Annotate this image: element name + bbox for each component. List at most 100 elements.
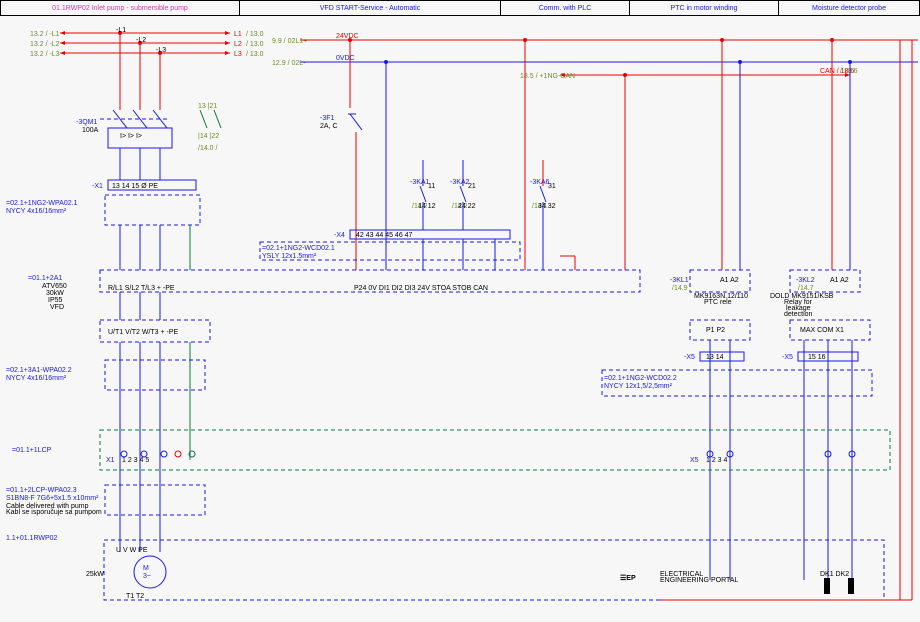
svg-text:=01.1+2A1: =01.1+2A1 [28, 275, 62, 282]
svg-text:YSLY 12x1.5mm²: YSLY 12x1.5mm² [262, 253, 317, 260]
svg-text:25kW: 25kW [86, 571, 104, 578]
svg-text:24 22: 24 22 [458, 203, 476, 210]
svg-text:/14.0 /: /14.0 / [198, 145, 218, 152]
terminal-X4: -X4 42 43 44 45 46 47 =02.1+1NG2-WCD02.1… [260, 230, 520, 270]
svg-text:/ 13.0: / 13.0 [246, 41, 264, 48]
svg-text:34 32: 34 32 [538, 203, 556, 210]
svg-text:detection: detection [784, 311, 813, 318]
svg-text:X5: X5 [690, 457, 699, 464]
svg-text:U/T1 V/T2 W/T3 + -PE: U/T1 V/T2 W/T3 + -PE [108, 329, 179, 336]
svg-text:MAX COM X1: MAX COM X1 [800, 327, 844, 334]
svg-text:2A, C: 2A, C [320, 123, 338, 130]
svg-text:L2: L2 [234, 41, 242, 48]
svg-text:R/L1 S/L2 T/L3 + -PE: R/L1 S/L2 T/L3 + -PE [108, 285, 175, 292]
svg-text:11: 11 [428, 183, 435, 190]
dc-can-bus: 24VDC 0VDC 9.9 / 02L1+ 12.9 / 02L- 18.5 … [272, 33, 918, 80]
svg-text:P24 0V DI1 DI2 DI3 2: P24 0V DI1 DI2 DI3 24V STOA STOB CAN [354, 285, 488, 292]
svg-text:-3KL1: -3KL1 [670, 277, 689, 284]
svg-text:-L1: -L1 [116, 27, 126, 34]
svg-text:L1: L1 [234, 31, 242, 38]
cable-wpa022: =02.1+3A1-WPA02.2 NYCY 4x16/16mm² [6, 360, 205, 390]
svg-text:|14 |22: |14 |22 [198, 133, 219, 140]
svg-text:☰EP: ☰EP [620, 575, 636, 582]
svg-text:-X4: -X4 [334, 232, 345, 239]
svg-text:18.5 / +1NG-CAN: 18.5 / +1NG-CAN [520, 73, 575, 80]
svg-text:-3KL2: -3KL2 [796, 277, 815, 284]
svg-text:=02.1+1NG2-WCD02.2: =02.1+1NG2-WCD02.2 [604, 375, 677, 382]
svg-text:-3F1: -3F1 [320, 115, 335, 122]
svg-text:/ 18.6: / 18.6 [840, 68, 858, 75]
svg-text:-X5: -X5 [782, 354, 793, 361]
svg-text:=01.1+2LCP-WPA02.3: =01.1+2LCP-WPA02.3 [6, 487, 77, 494]
svg-text:U V W PE: U V W PE [116, 547, 148, 554]
eep-logo: ☰EP ELECTRICAL ENGINEERING PORTAL [620, 571, 738, 584]
svg-text:L3: L3 [234, 51, 242, 58]
control-contacts: -3KA1/14.2 1114 12 -3KA2/14.2 2124 22 -3… [384, 38, 627, 270]
schematic-canvas: 13.2 / -L1 13.2 / -L2 13.2 / -L3 L1 / 13.… [0, 0, 920, 622]
svg-text:/ 13.0: / 13.0 [246, 31, 264, 38]
power-bus: 13.2 / -L1 13.2 / -L2 13.2 / -L3 L1 / 13.… [30, 27, 264, 110]
svg-text:S1BN8-F 7G6+5x1.5 x10mm²: S1BN8-F 7G6+5x1.5 x10mm² [6, 495, 99, 502]
svg-text:IP55: IP55 [48, 297, 63, 304]
svg-text:I> I> I>: I> I> I> [120, 133, 142, 140]
svg-text:13.2 / -L3: 13.2 / -L3 [30, 51, 60, 58]
lcp-box: =01.1+1LCP X1 1 2 3 4 5 X5 1 2 3 4 [12, 430, 890, 470]
svg-text:13 14: 13 14 [706, 354, 724, 361]
svg-text:=02.1+1NG2-WPA02.1: =02.1+1NG2-WPA02.1 [6, 200, 78, 207]
svg-text:NYCY 4x16/16mm²: NYCY 4x16/16mm² [6, 375, 67, 382]
svg-text:42 43 44 45 46: 42 43 44 45 46 47 [356, 232, 413, 239]
svg-text:9.9 / 02L1+: 9.9 / 02L1+ [272, 38, 307, 45]
svg-text:T1 T2: T1 T2 [126, 593, 144, 600]
svg-text:-L3: -L3 [156, 47, 166, 54]
pump-cable: =01.1+2LCP-WPA02.3 S1BN8-F 7G6+5x1.5 x10… [6, 485, 205, 516]
svg-text:13.2 / -L1: 13.2 / -L1 [30, 31, 60, 38]
svg-text:3~: 3~ [143, 573, 151, 580]
svg-text:ENGINEERING PORTAL: ENGINEERING PORTAL [660, 577, 738, 584]
svg-text:X1: X1 [106, 457, 115, 464]
svg-text:/ 13.0: / 13.0 [246, 51, 264, 58]
svg-text:-3KA1: -3KA1 [410, 179, 430, 186]
svg-text:-L2: -L2 [136, 37, 146, 44]
svg-text:21: 21 [468, 183, 476, 190]
svg-text:A1 A2: A1 A2 [720, 277, 739, 284]
svg-text:Kabl se isporučuje sa pumpom: Kabl se isporučuje sa pumpom [6, 509, 102, 516]
svg-text:VFD: VFD [50, 304, 64, 311]
svg-text:100A: 100A [82, 127, 99, 134]
svg-text:-3QM1: -3QM1 [76, 119, 98, 126]
svg-text:13.2 / -L2: 13.2 / -L2 [30, 41, 60, 48]
svg-text:=02.1+1NG2-WCD02.1: =02.1+1NG2-WCD02.1 [262, 245, 335, 252]
svg-text:14 12: 14 12 [418, 203, 436, 210]
relay-KL2: -3KL2/14.7 DOLD MK9151/KSB Relay for lea… [770, 38, 870, 580]
svg-text:1.1+01.1RWP02: 1.1+01.1RWP02 [6, 535, 58, 542]
terminal-X1: -X1 13 14 15 Ø PE =02.1+1NG2-WPA02.1 NYC… [6, 180, 200, 225]
vfd-block: =01.1+2A1 ATV650 30kW IP55 VFD R/L1 S/L2… [28, 225, 640, 552]
svg-text:13 14 15 Ø PE: 13 14 15 Ø PE [112, 183, 158, 190]
svg-text:M: M [143, 565, 149, 572]
svg-text:=01.1+1LCP: =01.1+1LCP [12, 447, 52, 454]
svg-text:-3KA2: -3KA2 [450, 179, 470, 186]
svg-text:31: 31 [548, 183, 556, 190]
svg-text:24VDC: 24VDC [336, 33, 359, 40]
svg-text:=02.1+3A1-WPA02.2: =02.1+3A1-WPA02.2 [6, 367, 72, 374]
svg-text:A1 A2: A1 A2 [830, 277, 849, 284]
svg-text:P1 P2: P1 P2 [706, 327, 725, 334]
svg-text:1 2 3 4 5: 1 2 3 4 5 [122, 457, 149, 464]
svg-text:1 2 3 4: 1 2 3 4 [706, 457, 728, 464]
svg-text:0VDC: 0VDC [336, 55, 355, 62]
svg-text:-X1: -X1 [92, 183, 103, 190]
svg-text:DK1 DK2: DK1 DK2 [820, 571, 849, 578]
terminal-X5: -X5 13 14 -X5 15 16 =02.1+1NG2-WCD02.2 NYC… [602, 352, 872, 396]
svg-text:NYCY 4x16/16mm²: NYCY 4x16/16mm² [6, 208, 67, 215]
svg-text:/14.9: /14.9 [672, 285, 688, 292]
svg-text:13 |21: 13 |21 [198, 103, 217, 110]
svg-text:PTC rele: PTC rele [704, 299, 732, 306]
svg-text:12.9 / 02L-: 12.9 / 02L- [272, 60, 306, 67]
svg-text:/14.7: /14.7 [798, 285, 814, 292]
svg-text:15 16: 15 16 [808, 354, 826, 361]
breaker-3QM1: -3QM1 100A I> I> I> 13 |21 |14 |22 /14.0… [76, 103, 221, 180]
svg-text:NYCY 12x1,5/2,5mm²: NYCY 12x1,5/2,5mm² [604, 383, 673, 390]
svg-text:30kW: 30kW [46, 290, 64, 297]
svg-text:-3KA6: -3KA6 [530, 179, 550, 186]
motor: 1.1+01.1RWP02 M3~ 25kW U V W PE T1 T2 DK… [6, 535, 884, 600]
svg-text:-X5: -X5 [684, 354, 695, 361]
